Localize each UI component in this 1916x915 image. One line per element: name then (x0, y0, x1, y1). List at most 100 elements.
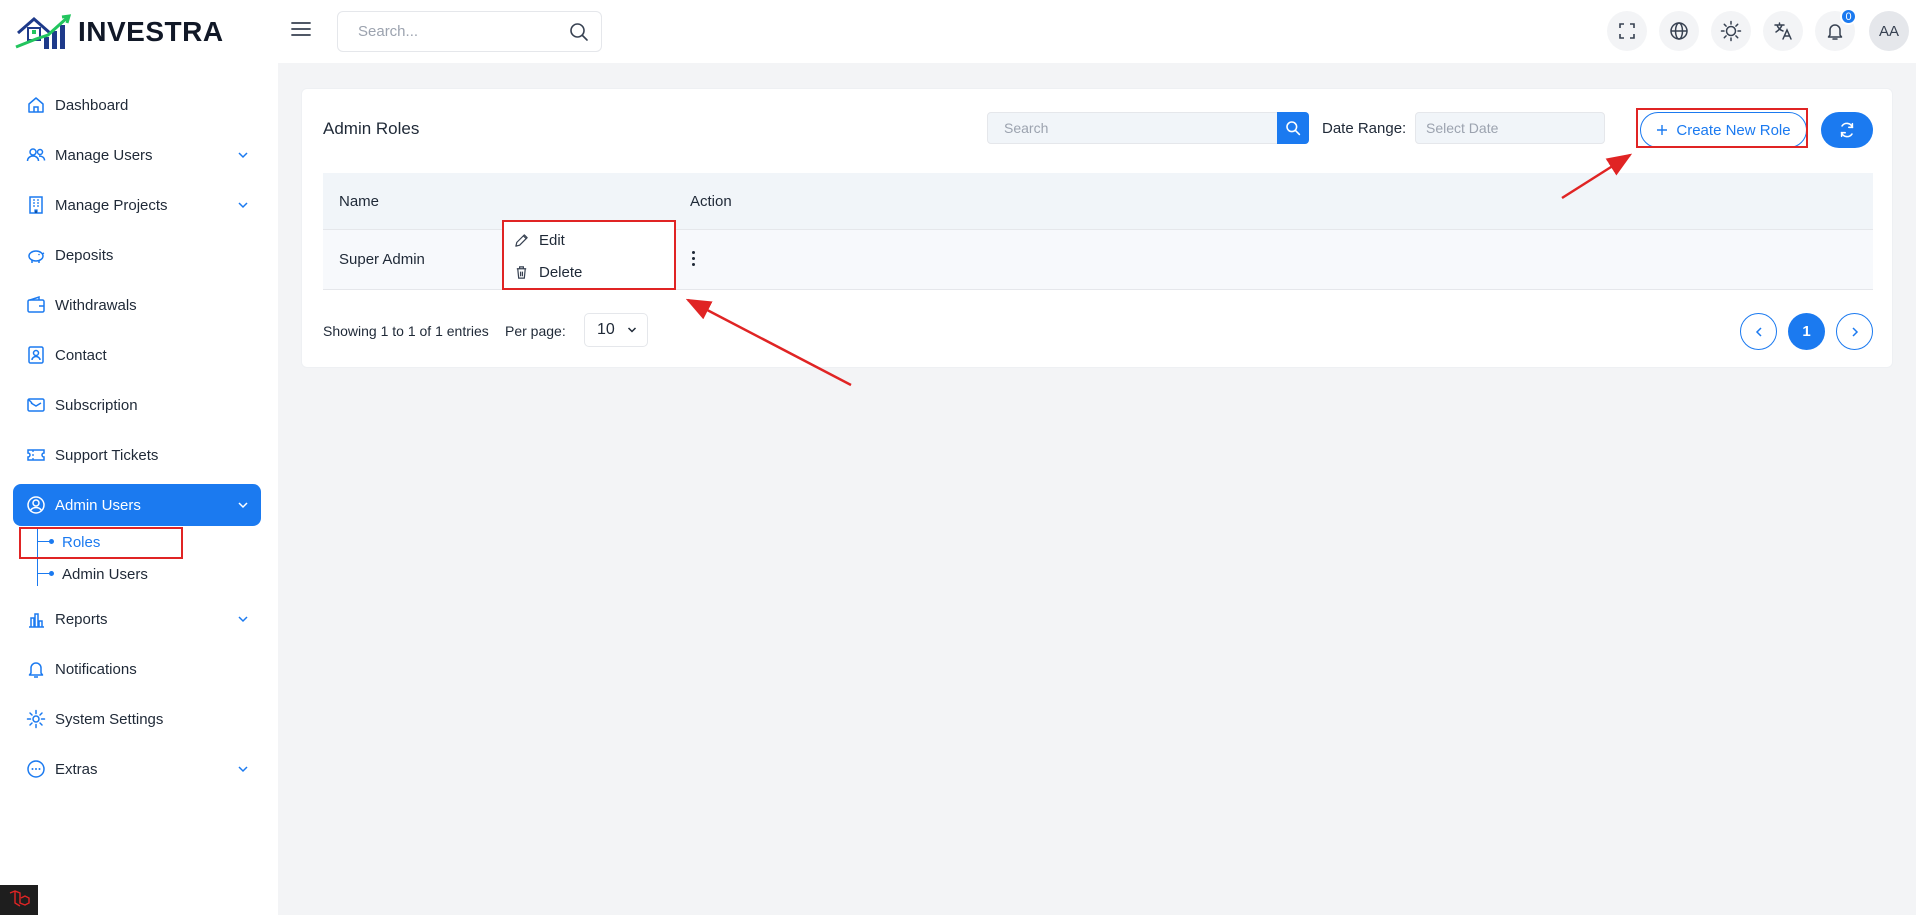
roles-search-button[interactable] (1277, 112, 1309, 144)
sidebar-item-label: Notifications (55, 660, 137, 678)
user-circle-icon (27, 496, 45, 514)
fullscreen-icon (1619, 23, 1635, 39)
sidebar-item-label: Extras (55, 760, 98, 778)
sidebar-subitem-roles[interactable]: Roles (62, 534, 100, 551)
sidebar-item-support-tickets[interactable]: Support Tickets (13, 434, 261, 476)
sidebar-item-label: Manage Projects (55, 196, 168, 214)
entries-summary: Showing 1 to 1 of 1 entries (323, 323, 489, 339)
laravel-logo-icon (9, 890, 30, 907)
trash-icon (516, 266, 527, 279)
home-icon (28, 97, 44, 113)
per-page-value: 10 (597, 321, 615, 338)
translate-icon (1774, 22, 1792, 40)
date-range-label: Date Range: (1322, 120, 1407, 137)
kebab-dot (691, 256, 695, 260)
per-page-label: Per page: (505, 323, 566, 339)
chevron-down-icon (238, 502, 248, 509)
column-header-name[interactable]: Name (339, 193, 379, 210)
sidebar-item-system-settings[interactable]: System Settings (13, 698, 261, 740)
chevron-down-icon (238, 202, 248, 209)
sidebar-item-notifications[interactable]: Notifications (13, 648, 261, 690)
bell-icon (1827, 24, 1843, 40)
notification-count-badge: 0 (1840, 8, 1857, 25)
plus-icon (1657, 125, 1668, 135)
sun-icon (1720, 20, 1742, 42)
user-avatar[interactable]: AA (1869, 11, 1909, 51)
page-button-current[interactable]: 1 (1788, 313, 1825, 350)
sidebar-subitem-admin-users[interactable]: Admin Users (62, 566, 148, 583)
create-new-role-button[interactable]: Create New Role (1640, 112, 1807, 148)
chevron-down-icon (238, 152, 248, 159)
sidebar-item-manage-projects[interactable]: Manage Projects (13, 184, 261, 226)
translate-button[interactable] (1763, 11, 1803, 51)
row-actions-menu: Edit Delete (502, 220, 676, 290)
sidebar-item-label: Dashboard (55, 96, 129, 114)
brand-logo[interactable]: INVESTRA (14, 12, 224, 52)
roles-search-input[interactable] (988, 113, 1277, 143)
sidebar-item-dashboard[interactable]: Dashboard (13, 84, 261, 126)
kebab-dot (691, 262, 695, 266)
roles-search (987, 112, 1309, 144)
next-page-button[interactable] (1836, 313, 1873, 350)
language-button[interactable] (1659, 11, 1699, 51)
debugbar-toggle[interactable] (0, 885, 38, 915)
tree-dot (49, 539, 54, 544)
edit-menu-item[interactable]: Edit (514, 232, 565, 249)
contact-card-icon (28, 346, 44, 364)
sidebar-item-label: Reports (55, 610, 108, 628)
previous-page-button[interactable] (1740, 313, 1777, 350)
tree-line (37, 527, 38, 586)
piggy-bank-icon (28, 250, 45, 263)
column-header-action: Action (690, 193, 732, 210)
chevron-right-icon (1851, 326, 1858, 337)
delete-menu-label: Delete (539, 264, 583, 281)
bell-icon (28, 662, 44, 678)
sidebar-item-label: Manage Users (55, 146, 153, 164)
top-bar: INVESTRA Search... 0 AA (0, 0, 1916, 63)
global-search (337, 11, 602, 52)
sidebar-item-manage-users[interactable]: Manage Users (13, 134, 261, 176)
sidebar-item-label: Contact (55, 346, 107, 364)
date-range-input[interactable] (1416, 113, 1604, 143)
fullscreen-button[interactable] (1607, 11, 1647, 51)
notifications-button[interactable]: 0 (1815, 8, 1857, 51)
chevron-down-icon (627, 327, 636, 333)
pencil-icon (515, 234, 528, 247)
bar-chart-icon (29, 613, 44, 628)
hamburger-icon (291, 22, 311, 36)
sidebar-item-admin-users[interactable]: Admin Users (13, 484, 261, 526)
date-range-field (1415, 112, 1605, 144)
sidebar-item-deposits[interactable]: Deposits (13, 234, 261, 276)
menu-toggle-button[interactable] (290, 18, 312, 40)
sidebar-item-withdrawals[interactable]: Withdrawals (13, 284, 261, 326)
theme-toggle-button[interactable] (1711, 11, 1751, 51)
per-page-select[interactable]: 10 (584, 313, 648, 347)
refresh-icon (1840, 122, 1854, 138)
sidebar-item-extras[interactable]: Extras (13, 748, 261, 790)
subscription-icon (27, 398, 45, 412)
gear-icon (26, 709, 46, 729)
users-icon (26, 148, 46, 162)
chevron-left-icon (1755, 326, 1762, 337)
sidebar-item-label: Deposits (55, 246, 114, 264)
create-new-role-label: Create New Role (1676, 121, 1791, 139)
search-icon[interactable] (569, 22, 589, 47)
logo-chart-house-icon (15, 14, 72, 49)
delete-menu-item[interactable]: Delete (514, 264, 582, 281)
sidebar-item-contact[interactable]: Contact (13, 334, 261, 376)
ticket-icon (27, 449, 45, 461)
sidebar: Dashboard Manage Users Manage Projects D… (0, 63, 278, 915)
globe-icon (1670, 22, 1688, 40)
more-circle-icon (27, 760, 45, 778)
sidebar-item-reports[interactable]: Reports (13, 598, 261, 640)
page-title: Admin Roles (323, 119, 420, 138)
sidebar-item-label: Support Tickets (55, 446, 159, 464)
refresh-button[interactable] (1821, 112, 1873, 148)
sidebar-item-subscription[interactable]: Subscription (13, 384, 261, 426)
building-icon (29, 196, 43, 214)
global-search-input[interactable] (358, 23, 558, 40)
row-actions-button[interactable] (686, 246, 700, 270)
role-name-cell: Super Admin (339, 251, 425, 268)
chevron-down-icon (238, 766, 248, 773)
tree-dot (49, 571, 54, 576)
